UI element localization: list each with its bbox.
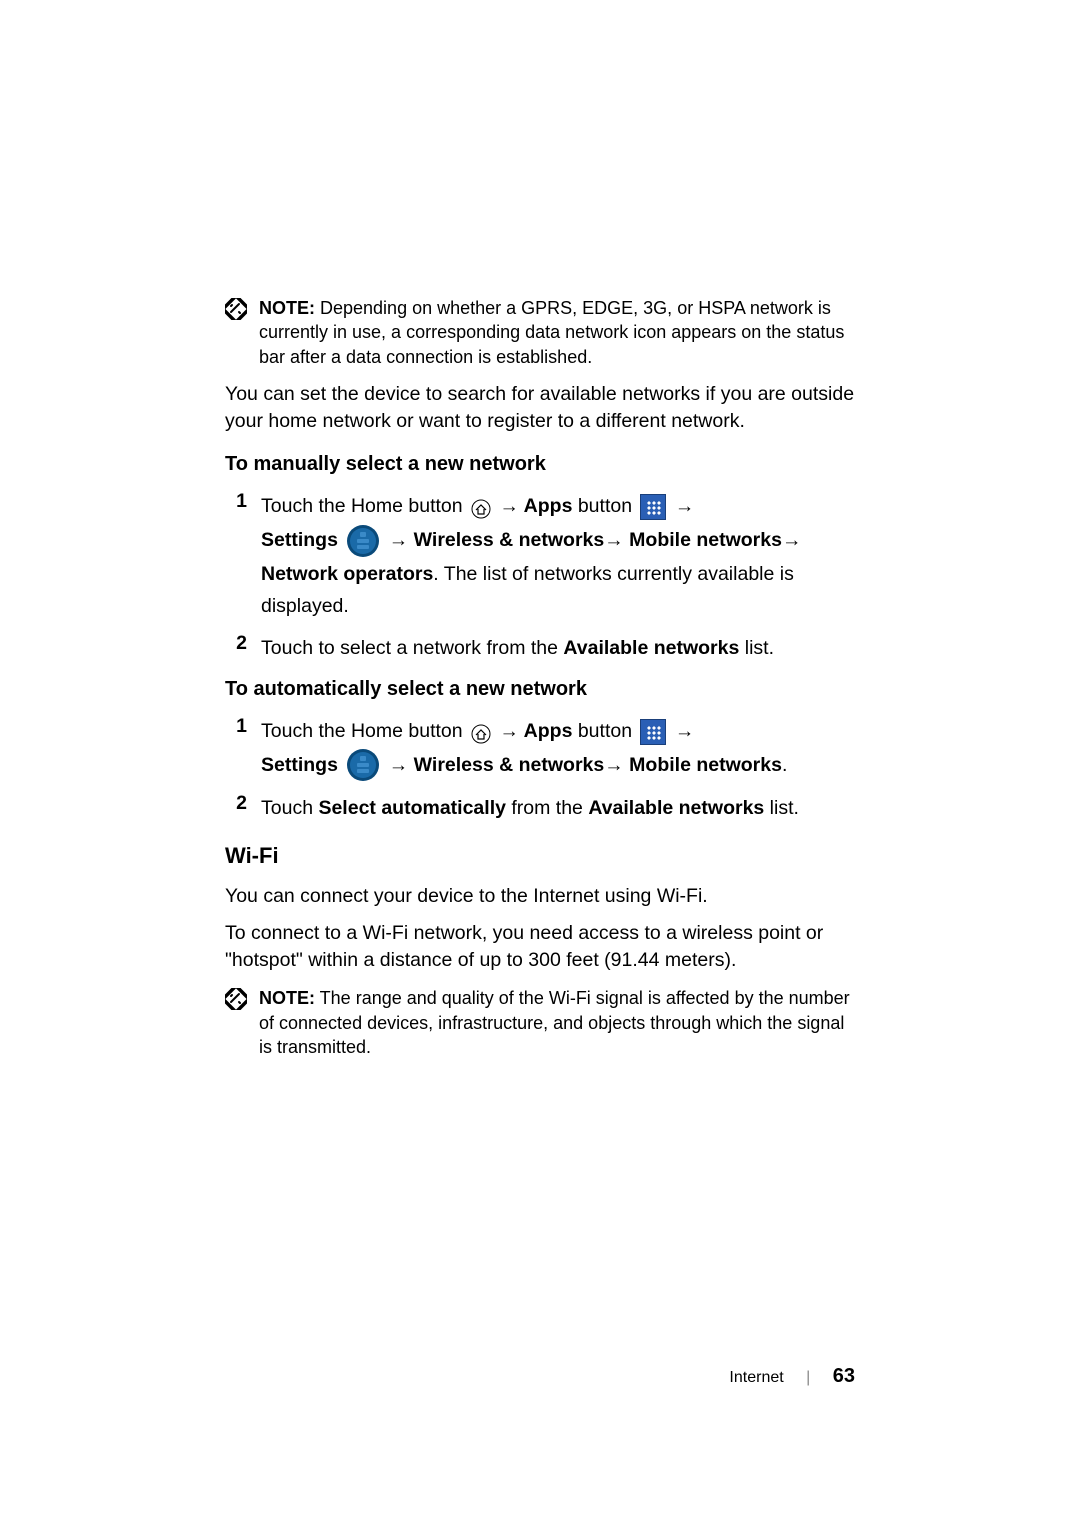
arrow-icon: → (675, 721, 695, 742)
step-text: from the (506, 797, 588, 819)
page-content: NOTE: Depending on whether a GPRS, EDGE,… (225, 296, 855, 1071)
note-icon (225, 988, 247, 1010)
step-number: 2 (225, 792, 261, 815)
settings-label: Settings (261, 754, 343, 776)
mobile-networks-label: Mobile networks (624, 529, 782, 551)
arrow-icon: → (604, 755, 624, 776)
section-heading-manual: To manually select a new network (225, 453, 855, 476)
available-networks-label: Available networks (588, 797, 764, 819)
mobile-networks-label: Mobile networks (624, 754, 782, 776)
step-text: list. (739, 637, 774, 659)
page-footer: Internet | 63 (729, 1365, 855, 1388)
step-text: Touch to select a network from the (261, 637, 563, 659)
note-text-2: NOTE: The range and quality of the Wi-Fi… (259, 986, 855, 1059)
step-body: Touch the Home button → Apps button → Se… (261, 715, 855, 782)
arrow-icon: → (389, 530, 409, 551)
wifi-para-2: To connect to a Wi-Fi network, you need … (225, 920, 855, 975)
arrow-icon: → (604, 530, 624, 551)
intro-paragraph: You can set the device to search for ava… (225, 381, 855, 436)
arrow-icon: → (389, 755, 409, 776)
footer-divider: | (806, 1369, 810, 1386)
settings-icon (346, 748, 380, 782)
apps-label: Apps (519, 495, 572, 517)
step-text: list. (764, 797, 799, 819)
list-item: 1 Touch the Home button → Apps button → … (225, 490, 855, 622)
wireless-label: Wireless & networks (408, 754, 604, 776)
apps-label: Apps (519, 720, 572, 742)
footer-page-number: 63 (833, 1365, 855, 1387)
step-body: Touch the Home button → Apps button → Se… (261, 490, 855, 622)
network-operators-label: Network operators (261, 563, 433, 585)
arrow-icon: → (675, 496, 695, 517)
note-icon (225, 298, 247, 320)
available-networks-label: Available networks (563, 637, 739, 659)
list-item: 2 Touch Select automatically from the Av… (225, 792, 855, 824)
note-block-1: NOTE: Depending on whether a GPRS, EDGE,… (225, 296, 855, 369)
settings-label: Settings (261, 529, 343, 551)
settings-icon (346, 524, 380, 558)
arrow-icon: → (499, 496, 519, 517)
note-block-2: NOTE: The range and quality of the Wi-Fi… (225, 986, 855, 1059)
note-label: NOTE: (259, 298, 315, 318)
arrow-icon: → (782, 530, 802, 551)
section-heading-auto: To automatically select a new network (225, 678, 855, 701)
wireless-label: Wireless & networks (408, 529, 604, 551)
step-body: Touch Select automatically from the Avai… (261, 792, 855, 824)
step-text: button (572, 720, 637, 742)
apps-grid-icon (640, 719, 666, 745)
select-auto-label: Select automatically (318, 797, 506, 819)
note-text-1: NOTE: Depending on whether a GPRS, EDGE,… (259, 296, 855, 369)
note-body: The range and quality of the Wi-Fi signa… (259, 988, 850, 1057)
apps-grid-icon (640, 494, 666, 520)
step-text: Touch the Home button (261, 720, 468, 742)
list-item: 2 Touch to select a network from the Ava… (225, 632, 855, 664)
wifi-heading: Wi-Fi (225, 843, 855, 869)
step-body: Touch to select a network from the Avail… (261, 632, 855, 664)
step-text: button (572, 495, 637, 517)
step-number: 1 (225, 490, 261, 513)
home-icon (471, 722, 491, 742)
arrow-icon: → (499, 721, 519, 742)
step-number: 1 (225, 715, 261, 738)
step-text: Touch the Home button (261, 495, 468, 517)
step-text: Touch (261, 797, 318, 819)
footer-section: Internet (729, 1369, 783, 1386)
wifi-para-1: You can connect your device to the Inter… (225, 883, 855, 910)
step-number: 2 (225, 632, 261, 655)
note-label: NOTE: (259, 988, 315, 1008)
note-body: Depending on whether a GPRS, EDGE, 3G, o… (259, 298, 844, 367)
home-icon (471, 497, 491, 517)
list-item: 1 Touch the Home button → Apps button → … (225, 715, 855, 782)
